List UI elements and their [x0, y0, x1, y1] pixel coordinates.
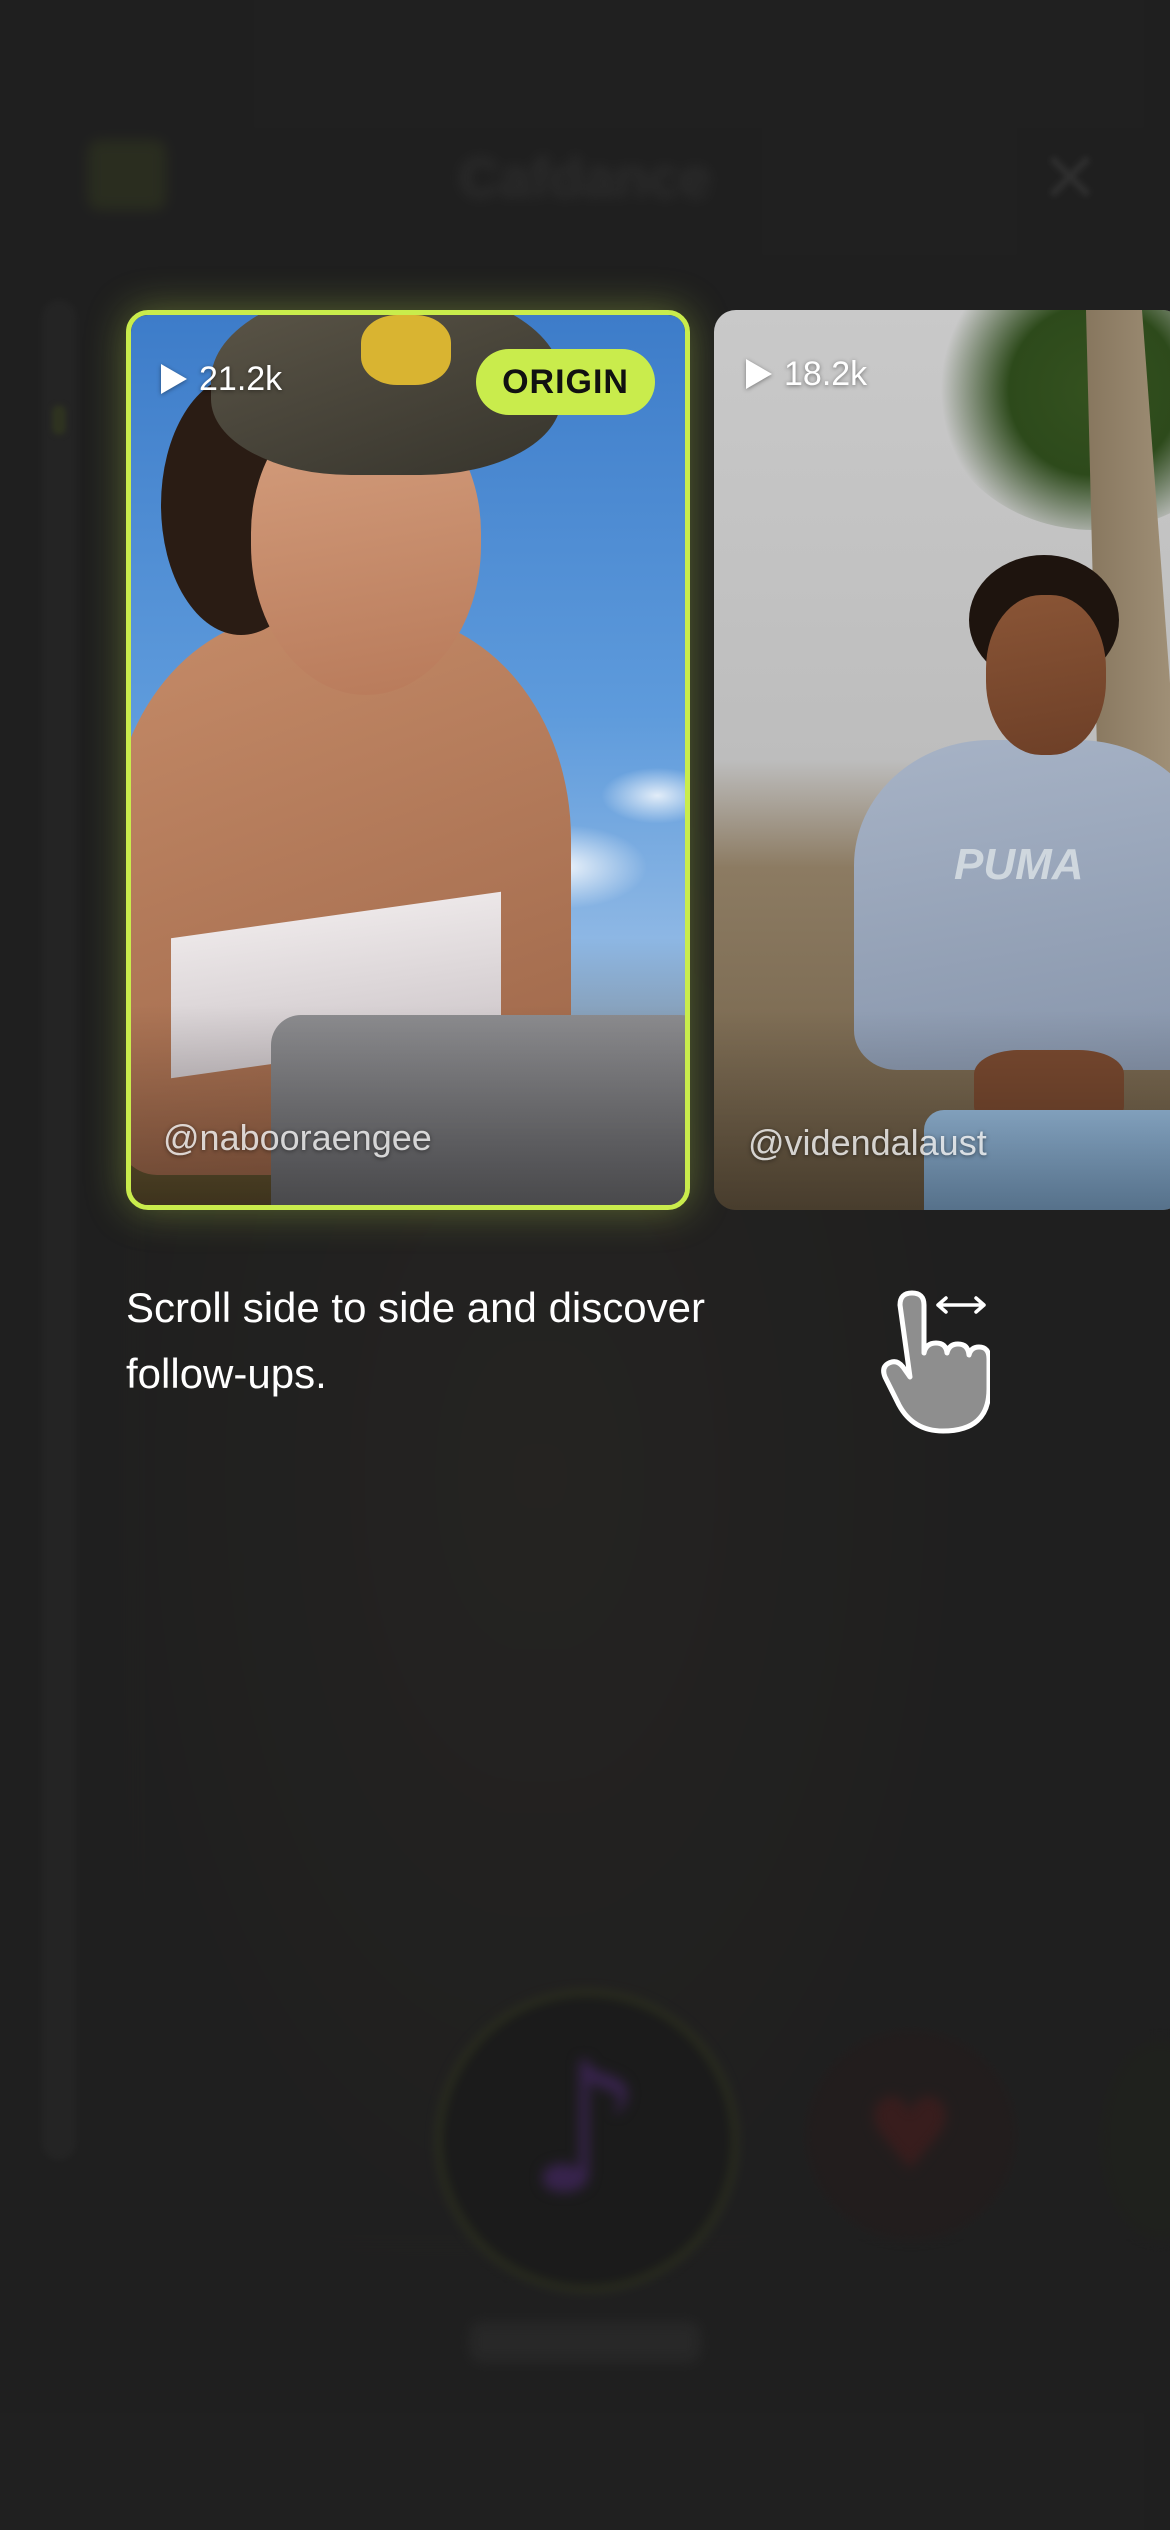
- scroll-hint-text: Scroll side to side and discover follow-…: [126, 1284, 705, 1397]
- follow-up-video-card[interactable]: PUMA 18.2k @videndalaust: [714, 310, 1170, 1210]
- view-count-label: 21.2k: [199, 359, 283, 398]
- origin-badge: ORIGIN: [476, 349, 655, 415]
- creator-handle[interactable]: @nabooraengee: [163, 1117, 432, 1161]
- view-count: 18.2k: [746, 352, 867, 396]
- play-icon: [161, 364, 187, 394]
- swipe-hand-icon: [881, 1290, 990, 1434]
- play-icon: [746, 359, 772, 389]
- hoodie-logo: PUMA: [954, 840, 1084, 889]
- view-count: 21.2k: [161, 357, 282, 401]
- view-count-label: 18.2k: [784, 354, 868, 393]
- origin-video-card[interactable]: 21.2k ORIGIN @nabooraengee: [126, 310, 690, 1210]
- creator-handle[interactable]: @videndalaust: [748, 1122, 987, 1166]
